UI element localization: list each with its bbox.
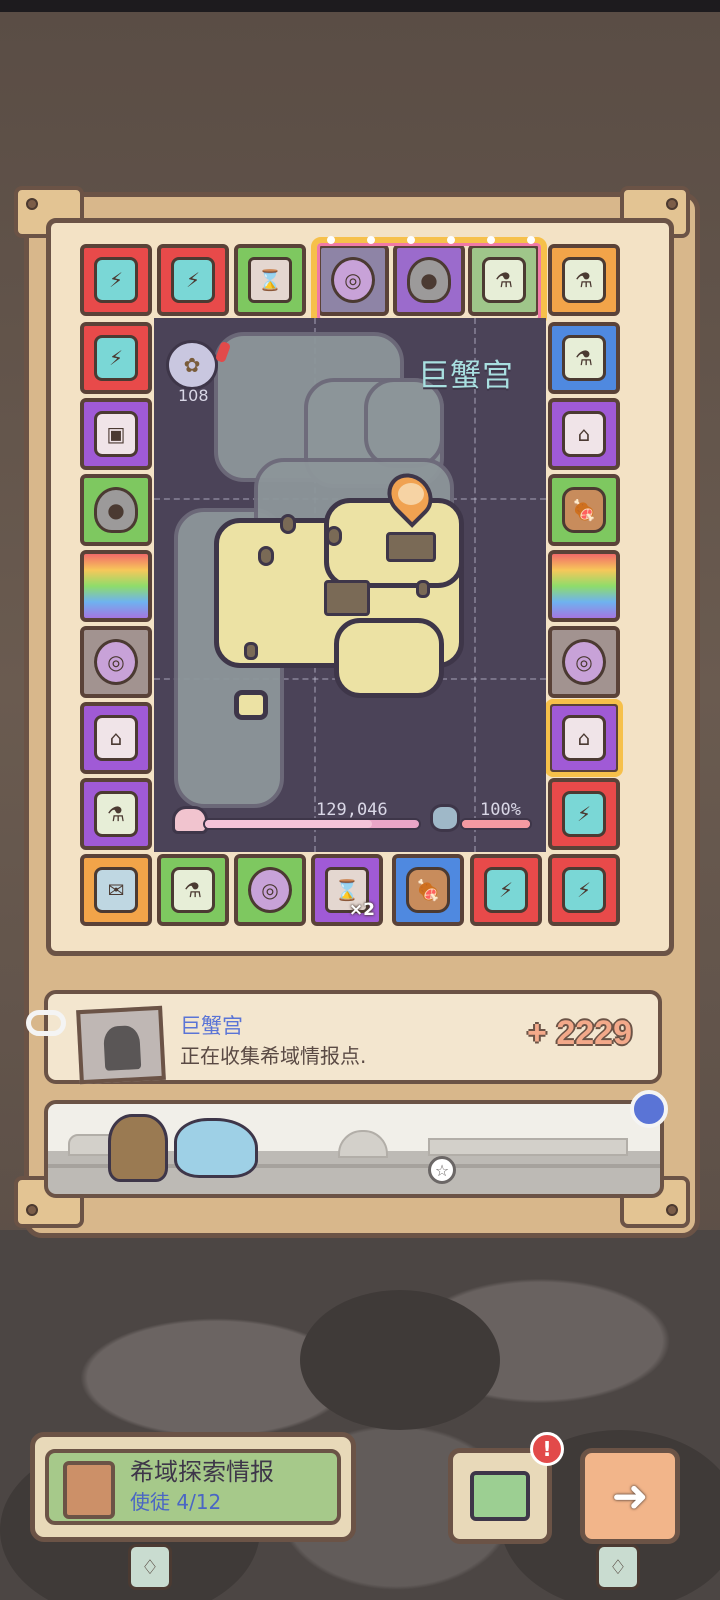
palace-building	[386, 532, 436, 562]
tile-meat[interactable]: 🍖	[548, 474, 620, 546]
slime-blob-icon: ●	[94, 487, 138, 533]
scroll-icon: ✉	[94, 867, 138, 913]
tree	[280, 514, 296, 534]
card-title: 巨蟹宫	[180, 1014, 243, 1038]
score-gain: + 2229	[527, 1014, 632, 1052]
star-node-icon: ☆	[428, 1156, 456, 1184]
potion-icon: ⚗	[94, 791, 138, 837]
card-icon: ♢	[128, 1544, 172, 1590]
tile-magic-orb[interactable]: ◎	[80, 626, 152, 698]
house-icon: ⌂	[94, 715, 138, 761]
character-portrait	[76, 1005, 166, 1085]
island	[334, 618, 444, 698]
tile-battery[interactable]: ⚡	[80, 244, 152, 316]
region-name: 巨蟹宫	[418, 358, 514, 394]
magic-orb-icon: ◎	[562, 639, 606, 685]
battery-icon: ⚡	[562, 867, 606, 913]
boss-hp-percent: 100%	[480, 800, 521, 820]
ruin-wall	[428, 1138, 628, 1156]
hero-character	[108, 1114, 168, 1182]
tile-hourglass[interactable]: ⌛	[234, 244, 306, 316]
potion-icon: ⚗	[171, 867, 215, 913]
battery-icon: ⚡	[171, 257, 215, 303]
tile-battery[interactable]: ⚡	[80, 322, 152, 394]
battery-icon: ⚡	[94, 257, 138, 303]
tile-meat[interactable]: 🍖	[392, 854, 464, 926]
battle-scene: ☆	[44, 1100, 664, 1198]
tile-potion[interactable]: ⚗	[80, 778, 152, 850]
tile-slime-blob[interactable]: ●	[80, 474, 152, 546]
tile-scroll[interactable]: ✉	[80, 854, 152, 926]
temple-building	[324, 580, 370, 616]
tile-potion[interactable]: ⚗	[157, 854, 229, 926]
card-subtitle: 正在收集希域情报点.	[180, 1044, 367, 1068]
crab-pin-icon	[398, 483, 424, 505]
next-button[interactable]: ➜	[580, 1448, 680, 1544]
magic-orb-icon: ◎	[248, 867, 292, 913]
tile-battery[interactable]: ⚡	[470, 854, 542, 926]
info-card: 巨蟹宫 正在收集希域情报点. + 2229	[26, 990, 662, 1085]
exploration-intel-title: 希域探索情报	[130, 1458, 274, 1486]
tile-treasure-box[interactable]: ▣	[80, 398, 152, 470]
hourglass-icon: ⌛	[248, 257, 292, 303]
map-icon	[470, 1471, 530, 1521]
battery-icon: ⚡	[484, 867, 528, 913]
dome-ruin	[338, 1130, 388, 1158]
current-tile-highlight	[545, 699, 623, 777]
house-icon: ⌂	[562, 411, 606, 457]
compass-badge-icon[interactable]: ✿	[166, 340, 218, 390]
exploration-progress-value: 129,046	[316, 800, 388, 820]
boss-crab-icon	[430, 804, 460, 832]
map-alert-badge: !	[530, 1432, 564, 1466]
bush	[300, 1290, 500, 1430]
card-icon: ♢	[596, 1544, 640, 1590]
battery-icon: ⚡	[94, 335, 138, 381]
apostle-count: 使徒 4/12	[130, 1490, 222, 1514]
tile-battery[interactable]: ⚡	[548, 854, 620, 926]
document-icon	[63, 1461, 115, 1519]
region-map	[154, 318, 546, 852]
tile-potion[interactable]: ⚗	[548, 322, 620, 394]
tile-magic-orb[interactable]: ◎	[234, 854, 306, 926]
treasure-box-icon: ▣	[94, 411, 138, 457]
tile-house[interactable]: ⌂	[548, 398, 620, 470]
binder-ring	[26, 1010, 66, 1036]
tile-battery[interactable]: ⚡	[548, 778, 620, 850]
ice-dragon-pet	[174, 1118, 258, 1178]
islet	[234, 690, 268, 720]
battery-icon: ⚡	[562, 791, 606, 837]
status-bar	[0, 0, 720, 12]
tree	[258, 546, 274, 566]
tile-battery[interactable]: ⚡	[157, 244, 229, 316]
tile-hourglass-x2[interactable]: ⌛ ×2	[311, 854, 383, 926]
tile-card[interactable]: ♢	[548, 550, 640, 1590]
magic-orb-icon: ◎	[94, 639, 138, 685]
tile-potion[interactable]: ⚗	[548, 244, 620, 316]
tile-magic-orb[interactable]: ◎	[548, 626, 620, 698]
mushroom-icon	[172, 806, 208, 834]
potion-icon: ⚗	[562, 335, 606, 381]
tile-house[interactable]: ⌂	[80, 702, 152, 774]
speed-toggle-icon[interactable]	[630, 1090, 668, 1128]
arrow-right-icon: ➜	[611, 1470, 649, 1522]
exploration-progress-bar	[203, 818, 421, 830]
multiplier-label: ×2	[348, 900, 375, 920]
meat-icon: 🍖	[562, 487, 606, 533]
meat-icon: 🍖	[406, 867, 450, 913]
selected-tiles-highlight	[311, 236, 547, 328]
tile-card[interactable]: ♢	[80, 550, 172, 1590]
tree	[244, 642, 258, 660]
tree	[416, 580, 430, 598]
tree	[326, 526, 342, 546]
badge-count: 108	[178, 386, 209, 405]
potion-icon: ⚗	[562, 257, 606, 303]
